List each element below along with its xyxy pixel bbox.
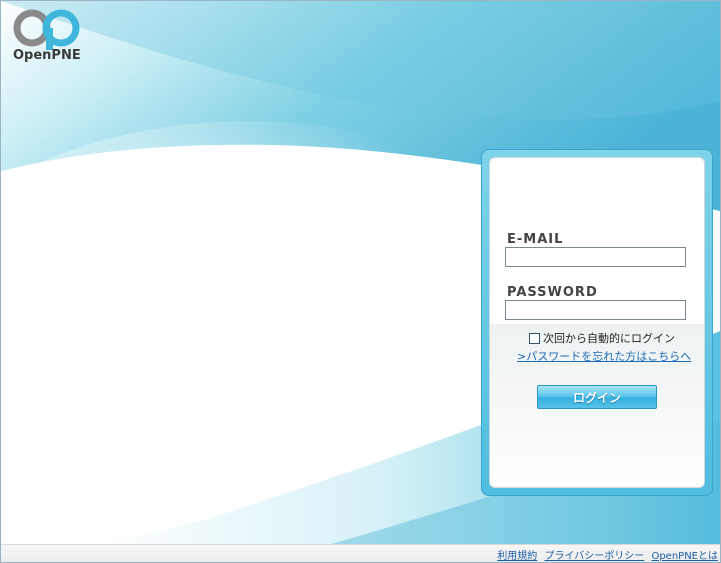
password-label: PASSWORD (507, 285, 598, 300)
login-panel: E-MAIL PASSWORD 次回から自動的にログイン >パスワードを忘れた方… (481, 149, 713, 496)
password-field[interactable] (505, 300, 686, 320)
remember-me-label: 次回から自動的にログイン (543, 332, 675, 345)
email-field[interactable] (505, 247, 686, 267)
page-frame: OpenPNE E-MAIL PASSWORD 次回から自動的にログイン >パス… (0, 0, 721, 563)
remember-me-checkbox[interactable] (529, 332, 540, 344)
terms-link[interactable]: 利用規約 (497, 551, 537, 562)
about-openpne-link[interactable]: OpenPNEとは (651, 551, 718, 562)
forgot-password-link[interactable]: >パスワードを忘れた方はこちらへ (517, 348, 691, 364)
privacy-policy-link[interactable]: プライバシーポリシー (544, 551, 644, 562)
login-button[interactable]: ログイン (537, 385, 657, 409)
footer: 利用規約 プライバシーポリシー OpenPNEとは (1, 544, 720, 562)
remember-me-row[interactable]: 次回から自動的にログイン (529, 330, 675, 346)
email-label: E-MAIL (507, 232, 564, 247)
login-form: E-MAIL PASSWORD 次回から自動的にログイン >パスワードを忘れた方… (489, 157, 705, 488)
footer-links: 利用規約 プライバシーポリシー OpenPNEとは (493, 547, 718, 562)
logo-text: OpenPNE (13, 48, 81, 63)
